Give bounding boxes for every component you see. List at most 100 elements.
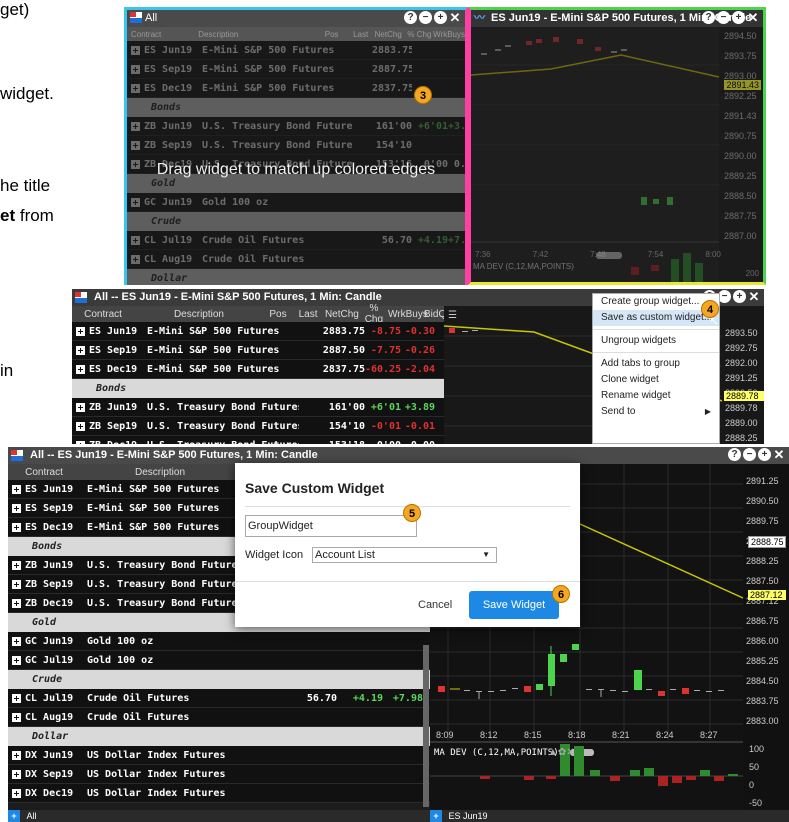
expand-row-icon[interactable]	[12, 598, 21, 608]
expand-row-icon[interactable]	[131, 45, 140, 55]
expand-row-icon[interactable]	[12, 579, 21, 589]
contract-row[interactable]: CL Jul19Crude Oil Futures56.70+4.19+7.98	[127, 231, 465, 250]
panel1-chart-title-bar[interactable]: 〰 ES Jun19 - E-Mini S&P 500 Futures, 1 M…	[471, 10, 763, 27]
close-icon[interactable]: ✕	[748, 290, 760, 303]
cancel-button[interactable]: Cancel	[418, 599, 452, 611]
contract-row[interactable]: CL Aug19 Crude Oil Futures	[127, 250, 465, 269]
cell-contract: ZB Jun19	[25, 559, 74, 571]
expand-row-icon[interactable]	[131, 140, 140, 150]
expand-icon[interactable]: +	[732, 11, 745, 24]
expand-row-icon[interactable]	[76, 402, 85, 412]
close-icon[interactable]: ✕	[773, 448, 785, 461]
minimize-icon[interactable]: −	[419, 11, 432, 24]
expand-row-icon[interactable]	[131, 64, 140, 74]
expand-row-icon[interactable]	[76, 421, 85, 431]
contract-row[interactable]: ES Dec19 E-Mini S&P 500 Futures 2837.75 -60…	[72, 360, 444, 379]
tab-all[interactable]: All	[23, 811, 37, 821]
contract-row[interactable]: CL Aug19 Crude Oil Futures	[8, 708, 430, 727]
close-icon[interactable]: ✕	[747, 11, 759, 24]
expand-row-icon[interactable]	[12, 712, 21, 722]
cell-netchg: 0'00	[365, 440, 401, 445]
axis-tick-label: 2890.50	[746, 496, 779, 506]
panel1-title-bar[interactable]: All ? − + ✕	[127, 10, 465, 27]
expand-row-icon[interactable]	[131, 197, 140, 207]
expand-row-icon[interactable]	[76, 345, 85, 355]
cell-last: 56.70	[381, 234, 412, 246]
contract-row[interactable]: GC Jun19 Gold 100 oz	[127, 193, 465, 212]
expand-row-icon[interactable]	[12, 750, 21, 760]
expand-row-icon[interactable]	[12, 655, 21, 665]
contract-row[interactable]: DX Jun19 US Dollar Index Futures	[8, 746, 430, 765]
expand-row-icon[interactable]	[12, 484, 21, 494]
panel1-chart-widget[interactable]: 〰 ES Jun19 - E-Mini S&P 500 Futures, 1 M…	[468, 7, 766, 285]
expand-row-icon[interactable]	[76, 364, 85, 374]
panel1-chart-canvas[interactable]	[471, 27, 763, 282]
expand-row-icon[interactable]	[131, 254, 140, 264]
panel3-title-bar[interactable]: All -- ES Jun19 - E-Mini S&P 500 Futures…	[8, 447, 789, 464]
contract-row[interactable]: ZB Sep19 U.S. Treasury Bond Futures 154'10…	[72, 417, 444, 436]
contract-row[interactable]: ES Jun19 E-Mini S&P 500 Futures 2883.75	[127, 41, 465, 60]
contract-row[interactable]: DX Dec19 US Dollar Index Futures	[8, 784, 430, 803]
cell-contract: GC Jun19	[144, 196, 193, 208]
contract-row[interactable]: ZB Jun19 U.S. Treasury Bond Futures 161'00…	[127, 117, 465, 136]
panel2-group-widget[interactable]: All -- ES Jun19 - E-Mini S&P 500 Futures…	[72, 289, 764, 444]
axis-tick-label: 2892.75	[725, 343, 758, 353]
contract-row[interactable]: GC Jul19 Gold 100 oz	[8, 651, 430, 670]
group-header: Crude	[8, 670, 430, 689]
expand-row-icon[interactable]	[12, 788, 21, 798]
axis-tick-label: 2883.00	[746, 716, 779, 726]
help-icon[interactable]: ?	[702, 11, 715, 24]
expand-row-icon[interactable]	[12, 693, 21, 703]
menu-save-custom[interactable]: Save as custom widget...	[593, 310, 719, 326]
menu-add-tabs[interactable]: Add tabs to group	[593, 356, 719, 372]
contract-row[interactable]: GC Jun19 Gold 100 oz	[8, 632, 430, 651]
expand-row-icon[interactable]	[12, 522, 21, 532]
help-icon[interactable]: ?	[728, 448, 741, 461]
expand-row-icon[interactable]	[12, 636, 21, 646]
close-icon[interactable]: ✕	[449, 11, 461, 24]
panel1-price-axis: 2894.50 2893.75 2893.00 2892.25 2891.43 2890.…	[721, 27, 763, 257]
cell-contract: CL Aug19	[144, 253, 193, 265]
expand-icon[interactable]: +	[733, 290, 746, 303]
save-widget-button[interactable]: Save Widget	[469, 591, 559, 619]
panel3-group-widget[interactable]: All -- ES Jun19 - E-Mini S&P 500 Futures…	[8, 447, 789, 822]
menu-clone[interactable]: Clone widget	[593, 372, 719, 388]
contract-row[interactable]: DX Sep19 US Dollar Index Futures	[8, 765, 430, 784]
expand-row-icon[interactable]	[131, 235, 140, 245]
panel1-list-widget[interactable]: All ? − + ✕ Contract Description Pos Las…	[124, 7, 468, 285]
expand-icon[interactable]: +	[758, 448, 771, 461]
expand-row-icon[interactable]	[76, 326, 85, 336]
minimize-icon[interactable]: −	[743, 448, 756, 461]
widget-icon-label: Widget Icon	[245, 549, 304, 561]
contract-row[interactable]: ZB Dec19U.S. Treasury Bond Futures 153'18…	[72, 436, 444, 444]
widget-name-input[interactable]	[245, 515, 417, 537]
contract-row[interactable]: ES Jun19 E-Mini S&P 500 Futures 2883.75 -8.…	[72, 322, 444, 341]
expand-row-icon[interactable]	[12, 503, 21, 513]
help-icon[interactable]: ?	[404, 11, 417, 24]
minimize-icon[interactable]: −	[717, 11, 730, 24]
contract-row[interactable]: CL Jul19Crude Oil Futures56.70+4.19+7.98	[8, 689, 430, 708]
time-tick-label: 7:54	[647, 250, 664, 259]
col-pchg: % Chg	[407, 29, 432, 39]
scrollbar[interactable]	[423, 645, 429, 807]
expand-row-icon[interactable]	[76, 440, 85, 444]
menu-rename[interactable]: Rename widget	[593, 388, 719, 404]
expand-icon[interactable]: +	[434, 11, 447, 24]
add-tab-icon[interactable]: +	[430, 810, 442, 822]
contract-row[interactable]: ES Sep19 E-Mini S&P 500 Futures 2887.75	[127, 60, 465, 79]
tab-es-jun19[interactable]: ES Jun19	[445, 811, 488, 821]
add-tab-icon[interactable]: +	[8, 810, 20, 822]
expand-row-icon[interactable]	[12, 560, 21, 570]
menu-ungroup[interactable]: Ungroup widgets	[593, 333, 719, 349]
contract-row[interactable]: ES Sep19 E-Mini S&P 500 Futures 2887.50 -7.…	[72, 341, 444, 360]
widget-icon-select[interactable]: Account List ▼	[312, 547, 497, 563]
expand-row-icon[interactable]	[131, 83, 140, 93]
expand-row-icon[interactable]	[131, 121, 140, 131]
contract-row[interactable]: ZB Sep19 U.S. Treasury Bond Futures 154'10	[127, 136, 465, 155]
menu-send-to[interactable]: Send to ▶	[593, 404, 719, 420]
expand-row-icon[interactable]	[12, 769, 21, 779]
cell-netchg: -8.75	[370, 325, 401, 337]
cell-desc: Gold 100 oz	[202, 196, 269, 208]
contract-row[interactable]: ZB Jun19 U.S. Treasury Bond Futures 161'00…	[72, 398, 444, 417]
indicator-controls-icon[interactable]: ▲✿✕	[548, 747, 575, 758]
